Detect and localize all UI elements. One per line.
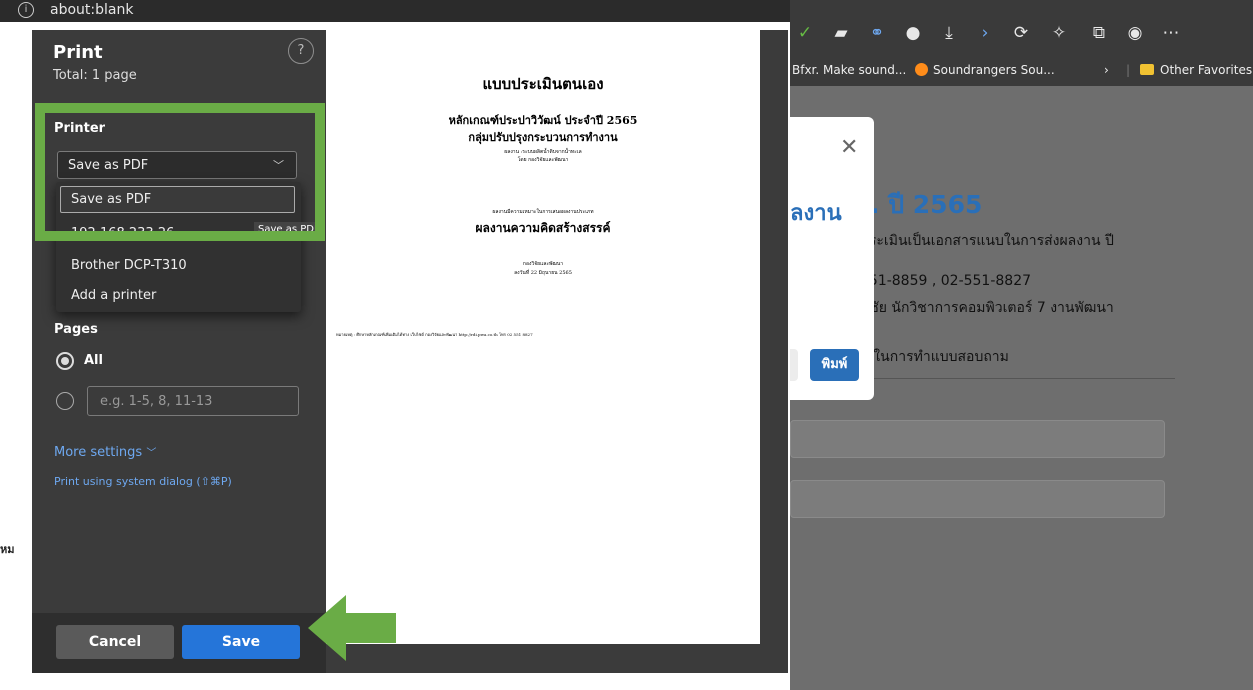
modal-print-button[interactable]: พิมพ์ xyxy=(810,349,859,381)
preview-small-4: กองวิจัยและพัฒนา xyxy=(522,261,564,267)
page-text-line-4: ป ในการทำแบบสอบถาม xyxy=(860,349,1009,365)
printer-label: Printer xyxy=(54,121,106,136)
print-total-pages: Total: 1 page xyxy=(53,68,137,83)
printer-option-save-as-pdf[interactable]: Save as PDF xyxy=(71,192,151,207)
preview-small-2: โดย กองวิจัยและพัฒนา xyxy=(517,157,569,163)
link-icon[interactable]: ⚭ xyxy=(864,20,890,46)
printer-option-brother[interactable]: Brother DCP-T310 xyxy=(71,258,187,273)
browser-toolbar: ✓ ▰ ⚭ ● ⤓ › ⟳ ✧ ⧉ ◉ ⋯ xyxy=(790,12,1253,56)
pages-all-label: All xyxy=(84,353,103,368)
more-menu-icon[interactable]: ⋯ xyxy=(1158,20,1184,46)
collections-icon[interactable]: ▰ xyxy=(828,20,854,46)
preview-line-3: กลุ่มปรับปรุงกระบวนการทำงาน xyxy=(468,131,618,144)
preview-small-3: ผลงานมีความเหมาะในการเสนอผลงานประเภท xyxy=(492,209,594,215)
preview-small-1: ผลงาน :ระบบผลิตน้ำดิบจากน้ำทะเล xyxy=(504,149,582,155)
favorite-bfxr[interactable]: Bfxr. Make sound... xyxy=(792,63,906,77)
tab-strip xyxy=(790,0,1253,12)
favorite-other-favorites[interactable]: Other Favorites xyxy=(1140,63,1252,77)
help-icon[interactable]: ? xyxy=(288,38,314,64)
print-title: Print xyxy=(53,42,103,63)
page-text-line-1: ประเมินเป็นเอกสารแนบในการส่งผลงาน ปี xyxy=(860,233,1114,249)
system-dialog-link[interactable]: Print using system dialog (⇧⌘P) xyxy=(54,475,232,488)
more-settings-label: More settings xyxy=(54,445,143,460)
printer-option-network[interactable]: 192.168.233.26 xyxy=(71,226,174,238)
profile-avatar-icon[interactable]: ◉ xyxy=(1122,20,1148,46)
soundrangers-icon xyxy=(915,63,928,76)
tabs-icon[interactable]: ⧉ xyxy=(1086,20,1112,46)
modal-title: ลงาน xyxy=(790,201,842,226)
cancel-button[interactable]: Cancel xyxy=(56,625,174,659)
print-preview-area: แบบประเมินตนเอง หลักเกณฑ์ประปาวิวัฒน์ ปร… xyxy=(326,30,788,673)
printer-dropdown: Save as PDF 192.168.233.26 Brother DCP-T… xyxy=(56,182,301,312)
sync-icon[interactable]: ⟳ xyxy=(1008,20,1034,46)
favorite-soundrangers[interactable]: Soundrangers Sou... xyxy=(915,63,1055,77)
print-settings-panel: Print Total: 1 page ? Printer Save as PD… xyxy=(32,30,326,673)
preview-page: แบบประเมินตนเอง หลักเกณฑ์ประปาวิวัฒน์ ปร… xyxy=(326,30,760,644)
background-browser: ✓ ▰ ⚭ ● ⤓ › ⟳ ✧ ⧉ ◉ ⋯ Bfxr. Make sound..… xyxy=(790,0,1253,690)
folder-icon xyxy=(1140,64,1154,75)
page-form-input-2[interactable] xyxy=(790,480,1165,518)
page-text-line-3: ภชัย นักวิชาการคอมพิวเตอร์ 7 งานพัฒนา xyxy=(860,300,1114,316)
pages-label: Pages xyxy=(54,322,98,337)
check-icon[interactable]: ✓ xyxy=(792,20,818,46)
more-settings-link[interactable]: More settings ﹀ xyxy=(54,444,156,460)
address-url[interactable]: about:blank xyxy=(50,0,133,20)
page-text-line-2: 551-8859 , 02-551-8827 xyxy=(860,273,1032,289)
chevron-down-icon: ﹀ xyxy=(146,448,157,459)
close-icon[interactable]: ✕ xyxy=(840,135,858,160)
chevron-down-icon: ﹀ xyxy=(273,159,284,172)
printer-tooltip: Save as PDF xyxy=(254,222,316,238)
extensions-icon[interactable]: ✧ xyxy=(1046,20,1072,46)
pages-range-input[interactable]: e.g. 1-5, 8, 11-13 xyxy=(87,386,299,416)
pages-custom-radio[interactable] xyxy=(56,392,74,410)
save-button[interactable]: Save xyxy=(182,625,300,659)
annotation-arrow-icon xyxy=(308,595,396,661)
preview-line-4: ผลงานความคิดสร้างสรรค์ xyxy=(475,221,611,235)
other-favorites-label: Other Favorites xyxy=(1160,63,1253,77)
address-bar: i about:blank xyxy=(0,0,790,22)
printer-select-value: Save as PDF xyxy=(68,158,149,173)
background-modal: ✕ ลงาน พิมพ์ xyxy=(790,117,874,400)
favorites-overflow-chevron-icon[interactable]: › xyxy=(1104,63,1109,77)
page-form-input-1[interactable] xyxy=(790,420,1165,458)
print-footer: Cancel Save xyxy=(32,613,326,673)
favorites-divider: | xyxy=(1126,63,1131,77)
download-icon[interactable]: ⤓ xyxy=(936,20,962,46)
pages-all-radio[interactable] xyxy=(56,352,74,370)
info-icon[interactable]: i xyxy=(18,2,34,18)
favorite-soundrangers-label: Soundrangers Sou... xyxy=(933,63,1055,77)
favorites-bar: Bfxr. Make sound... Soundrangers Sou... … xyxy=(790,56,1253,86)
preview-heading: แบบประเมินตนเอง xyxy=(482,75,604,93)
preview-note: หมายเหตุ : ศึกษาหลักเกณฑ์เพิ่มเติมได้ทาง… xyxy=(336,332,533,337)
page-title: . ปี 2565 xyxy=(870,190,983,219)
modal-secondary-button[interactable] xyxy=(790,349,798,381)
location-pin-icon[interactable]: ● xyxy=(900,20,926,46)
forward-chevron-icon[interactable]: › xyxy=(972,20,998,46)
background-text-fragment: หม xyxy=(0,543,15,556)
preview-small-5: ลงวันที่ 22 มิถุนายน 2565 xyxy=(514,270,572,276)
preview-line-2: หลักเกณฑ์ประปาวิวัฒน์ ประจำปี 2565 xyxy=(448,114,638,127)
printer-select[interactable]: Save as PDF ﹀ xyxy=(57,151,297,179)
printer-option-add-printer[interactable]: Add a printer xyxy=(71,288,156,303)
